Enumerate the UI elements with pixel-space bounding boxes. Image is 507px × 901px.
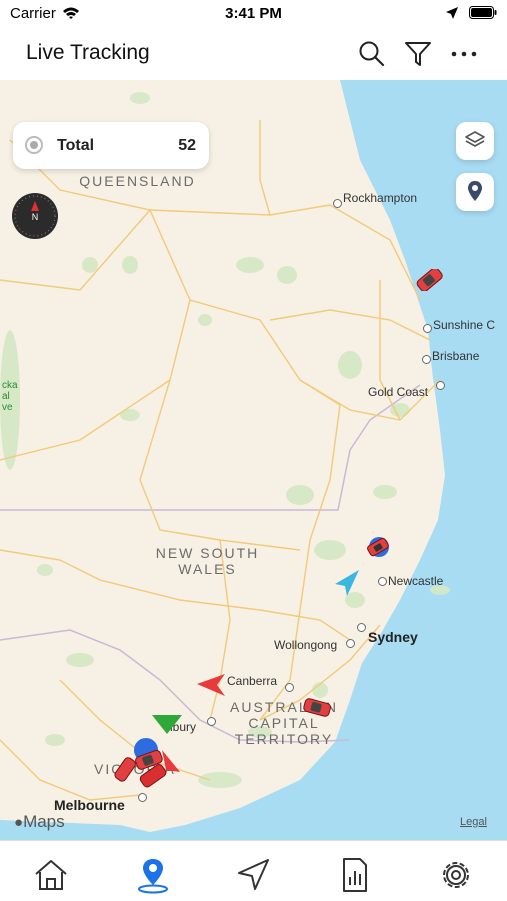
total-count: 52 [178, 137, 196, 154]
map-pin-icon [138, 859, 168, 894]
edge-label: cka al ve [2, 380, 18, 413]
all-vehicles-radio[interactable] [25, 136, 43, 154]
location-pin-icon [468, 181, 482, 201]
apple-maps-logo: ●Maps [14, 812, 65, 832]
tab-settings[interactable] [436, 855, 476, 895]
region-label-nsw: NEW SOUTH WALES [155, 545, 260, 577]
city-newcastle[interactable]: Newcastle [388, 574, 443, 588]
svg-text:N: N [32, 212, 39, 222]
battery-icon [469, 6, 497, 19]
total-label: Total [57, 137, 95, 154]
city-wollongong[interactable]: Wollongong [274, 638, 337, 652]
legal-link[interactable]: Legal [460, 816, 487, 828]
report-icon [343, 858, 367, 892]
city-brisbane[interactable]: Brisbane [432, 349, 479, 363]
city-dot [346, 639, 355, 648]
tab-navigation[interactable] [234, 855, 274, 895]
vehicle-car-icon[interactable] [302, 697, 332, 719]
tab-home[interactable] [31, 855, 71, 895]
navigation-icon [238, 859, 269, 890]
my-location-button[interactable] [456, 173, 494, 211]
clock: 3:41 PM [225, 5, 282, 22]
tab-live-tracking[interactable] [133, 855, 173, 895]
city-canberra[interactable]: Canberra [227, 674, 277, 688]
filter-icon [405, 42, 431, 66]
apple-logo-icon: ● [14, 814, 24, 831]
more-button[interactable] [449, 39, 479, 69]
layers-icon [465, 131, 485, 147]
nav-bar: Live Tracking [0, 28, 507, 81]
vehicle-car-icon[interactable] [414, 269, 446, 291]
tab-reports[interactable] [335, 855, 375, 895]
search-icon [359, 41, 385, 67]
search-button[interactable] [357, 39, 387, 69]
settings-icon [443, 862, 469, 888]
city-dot [378, 577, 387, 586]
home-icon [35, 860, 67, 890]
city-dot [138, 793, 147, 802]
maps-logo-text: Maps [23, 812, 65, 831]
city-rockhampton[interactable]: Rockhampton [343, 191, 417, 205]
city-dot [436, 381, 445, 390]
map-layers-button[interactable] [456, 122, 494, 160]
map-view[interactable]: QUEENSLAND NEW SOUTH WALES AUSTRALIAN CA… [0, 80, 507, 840]
total-vehicles-card[interactable]: Total 52 [13, 122, 209, 169]
city-gold-coast[interactable]: Gold Coast [368, 385, 428, 399]
vehicle-arrow-icon[interactable] [195, 672, 227, 698]
city-dot [422, 355, 431, 364]
page-title: Live Tracking [26, 41, 150, 64]
vehicle-cluster-icon[interactable] [362, 530, 396, 564]
status-bar: Carrier 3:41 PM [0, 0, 507, 28]
filter-button[interactable] [403, 39, 433, 69]
city-dot [423, 324, 432, 333]
city-sunshine-coast[interactable]: Sunshine C [433, 318, 495, 332]
tab-bar [0, 840, 507, 901]
city-dot [207, 717, 216, 726]
city-dot [285, 683, 294, 692]
compass-button[interactable]: N [12, 193, 58, 239]
city-sydney[interactable]: Sydney [368, 629, 418, 645]
city-dot [333, 199, 342, 208]
region-label-queensland: QUEENSLAND [79, 173, 196, 189]
vehicle-arrow-icon[interactable] [331, 568, 361, 598]
more-icon [451, 51, 477, 57]
vehicle-cluster-icon[interactable] [110, 730, 185, 790]
location-arrow-icon [445, 7, 458, 19]
compass-icon: N [14, 195, 56, 237]
city-dot [357, 623, 366, 632]
city-melbourne[interactable]: Melbourne [54, 797, 125, 813]
